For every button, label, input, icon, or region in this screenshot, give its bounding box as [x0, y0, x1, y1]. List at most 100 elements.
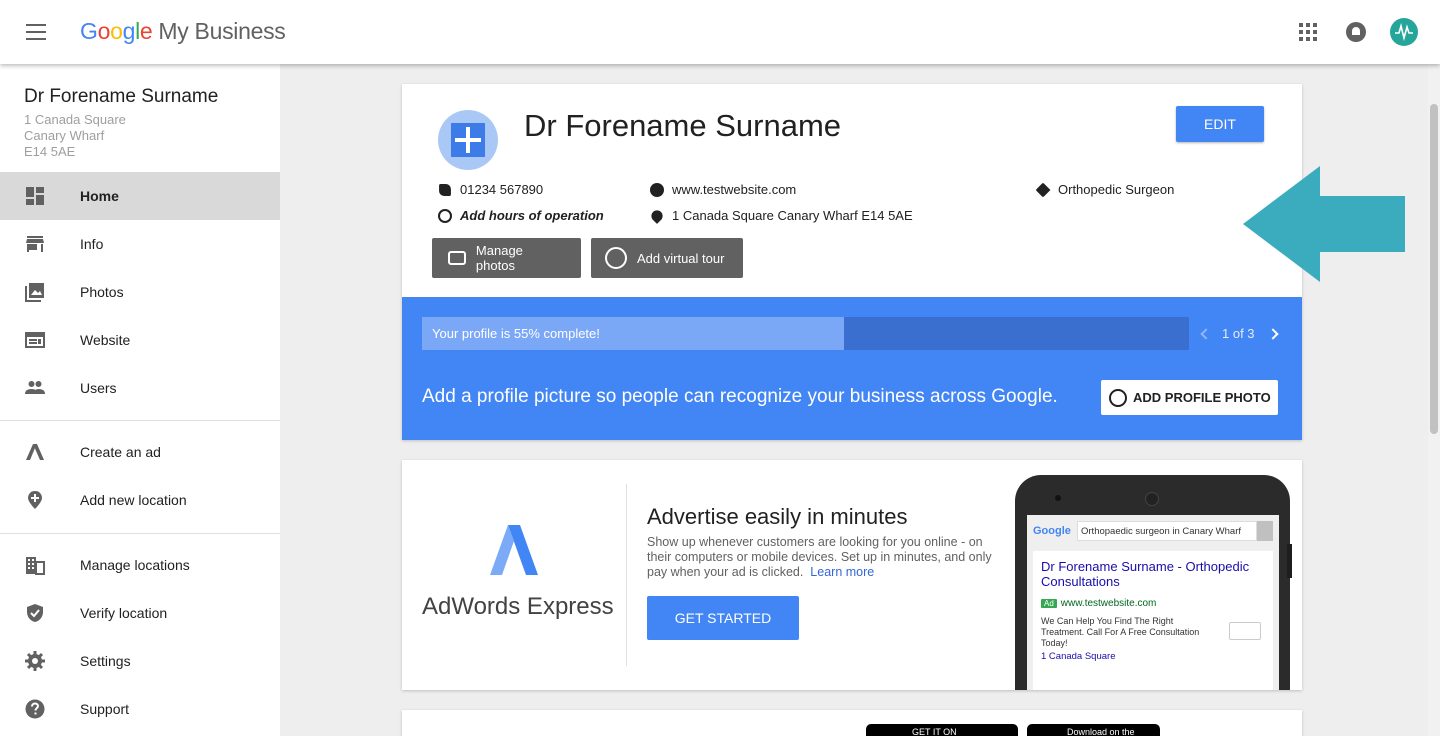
progress-text: Your profile is 55% complete!	[432, 326, 600, 341]
logo-letter: G	[80, 18, 98, 44]
phone-camera	[1055, 495, 1061, 501]
add-hours-link[interactable]: Add hours of operation	[460, 208, 604, 223]
google-play-badge[interactable]: GET IT ON	[866, 724, 1018, 736]
hours-info[interactable]: Add hours of operation	[438, 208, 604, 223]
website-url: www.testwebsite.com	[672, 182, 797, 197]
mock-result-url: www.testwebsite.com	[1060, 598, 1157, 609]
logo-letter: e	[139, 18, 153, 44]
sidebar-item-support[interactable]: Support	[0, 685, 280, 733]
mock-result-description: We Can Help You Find The Right Treatment…	[1041, 616, 1200, 648]
scrollbar-thumb[interactable]	[1430, 104, 1438, 434]
category-info[interactable]: Orthopedic Surgeon	[1035, 182, 1175, 197]
sidebar-item-website[interactable]: Website	[0, 316, 280, 364]
page-title: Dr Forename Surname	[524, 108, 842, 143]
pager-count: 1 of 3	[1222, 326, 1255, 341]
storefront-icon	[26, 236, 44, 252]
sidebar-address-line: 1 Canada Square	[24, 112, 126, 127]
apps-grid-icon[interactable]	[1299, 23, 1317, 41]
app-store-label: Download on the	[1067, 727, 1135, 736]
website-icon	[25, 332, 45, 348]
sidebar-item-info[interactable]: Info	[0, 220, 280, 268]
chevron-left-icon[interactable]	[1200, 327, 1212, 340]
teal-arrow-annotation	[1243, 166, 1405, 282]
page-scrollbar[interactable]	[1428, 64, 1440, 736]
photos-icon	[25, 283, 44, 302]
gear-icon	[25, 651, 45, 671]
adwords-brand: AdWords Express	[422, 593, 614, 620]
tip-pager: 1 of 3	[1200, 326, 1279, 341]
add-location-icon	[28, 491, 42, 509]
building-icon	[26, 557, 45, 575]
sidebar-item-label: Users	[80, 380, 117, 396]
avatar[interactable]	[1390, 18, 1418, 46]
sidebar-item-label: Add new location	[80, 492, 187, 508]
add-profile-photo-label: ADD PROFILE PHOTO	[1133, 390, 1271, 405]
sidebar-item-label: Verify location	[80, 605, 168, 621]
mock-search-box: Orthopaedic surgeon in Canary Wharf	[1077, 521, 1257, 541]
sidebar-item-settings[interactable]: Settings	[0, 637, 280, 685]
get-started-button[interactable]: GET STARTED	[647, 596, 799, 640]
mobile-app-card: GET IT ON Download on the	[402, 710, 1302, 736]
sidebar-address-line: E14 5AE	[24, 144, 76, 159]
sidebar-item-home[interactable]: Home	[0, 172, 280, 220]
add-profile-photo-button[interactable]: ADD PROFILE PHOTO	[1101, 380, 1278, 415]
manage-photos-label: Manage photos	[475, 243, 523, 273]
logo-letter: o	[110, 18, 123, 44]
app-store-badge[interactable]: Download on the	[1027, 724, 1160, 736]
sidebar-item-create-ad[interactable]: Create an ad	[0, 428, 280, 476]
adwords-title: Advertise easily in minutes	[647, 504, 908, 529]
adwords-description: Show up whenever customers are looking f…	[647, 535, 1002, 580]
mock-result-title: Dr Forename Surname - Orthopedic Consult…	[1041, 559, 1250, 589]
help-icon	[25, 699, 45, 719]
sidebar-divider	[0, 533, 280, 534]
sidebar-address-line: Canary Wharf	[24, 128, 105, 143]
globe-icon	[650, 182, 664, 197]
mock-google-logo: Google	[1033, 525, 1071, 537]
chevron-right-icon[interactable]	[1266, 327, 1279, 340]
adwords-divider	[626, 484, 627, 666]
phone-screen: Google Orthopaedic surgeon in Canary Wha…	[1027, 515, 1279, 690]
clock-icon	[438, 208, 452, 223]
camera-icon	[448, 251, 466, 265]
sidebar-business-name: Dr Forename Surname	[24, 86, 219, 107]
business-category: Orthopedic Surgeon	[1058, 182, 1175, 197]
ad-badge: Ad	[1041, 599, 1057, 608]
logo-letter: g	[122, 18, 136, 44]
sidebar-item-verify-location[interactable]: Verify location	[0, 589, 280, 637]
sidebar-item-add-location[interactable]: Add new location	[0, 476, 280, 524]
location-pin-icon	[649, 207, 665, 224]
mock-ad-result: Dr Forename Surname - Orthopedic Consult…	[1033, 551, 1273, 690]
sidebar-item-manage-locations[interactable]: Manage locations	[0, 541, 280, 589]
adwords-logo-icon	[490, 525, 538, 575]
manage-photos-button[interactable]: Manage photos	[432, 238, 581, 278]
learn-more-link[interactable]: Learn more	[810, 565, 874, 579]
phone-number: 01234 567890	[460, 182, 544, 197]
sidebar-item-label: Home	[80, 188, 119, 204]
sidebar-item-label: Settings	[80, 653, 131, 669]
address-info[interactable]: 1 Canada Square Canary Wharf E14 5AE	[649, 207, 913, 224]
phone-info[interactable]: 01234 567890	[438, 182, 543, 197]
website-info[interactable]: www.testwebsite.com	[650, 182, 796, 197]
product-name: My Business	[158, 18, 286, 44]
virtual-tour-icon	[605, 247, 627, 269]
sidebar-item-users[interactable]: Users	[0, 364, 280, 412]
sidebar-item-label: Support	[80, 701, 130, 717]
phone-icon	[439, 183, 451, 196]
add-virtual-tour-button[interactable]: Add virtual tour	[591, 238, 743, 278]
business-logo-cross	[455, 138, 481, 142]
tag-icon	[1035, 182, 1051, 197]
dashboard-icon	[26, 187, 44, 205]
edit-button[interactable]: EDIT	[1176, 106, 1264, 142]
adwords-express-card: AdWords Express Advertise easily in minu…	[402, 460, 1302, 690]
google-play-label: GET IT ON	[912, 727, 957, 736]
profile-progress-bar: Your profile is 55% complete!	[422, 317, 1189, 350]
notifications-icon[interactable]	[1346, 22, 1366, 42]
mock-result-location: 1 Canada Square	[1041, 651, 1116, 662]
sidebar-item-photos[interactable]: Photos	[0, 268, 280, 316]
menu-icon[interactable]	[26, 24, 46, 40]
mock-result-url-row: Ad www.testwebsite.com	[1041, 598, 1156, 609]
google-my-business-logo[interactable]: Google My Business	[80, 18, 286, 45]
account-circle-icon	[1109, 388, 1127, 407]
business-address: 1 Canada Square Canary Wharf E14 5AE	[672, 208, 913, 223]
users-icon	[25, 381, 45, 394]
